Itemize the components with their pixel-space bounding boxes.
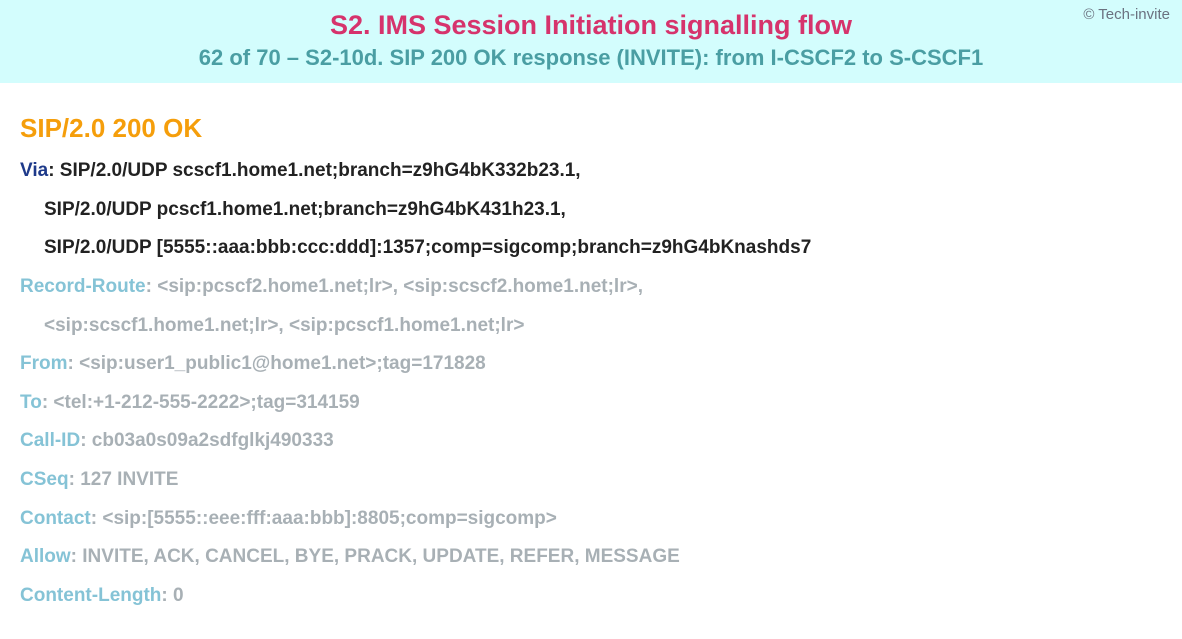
to-header-name: To: [20, 392, 42, 413]
page-subtitle: 62 of 70 – S2-10d. SIP 200 OK response (…: [10, 45, 1172, 71]
call-id-sep: :: [80, 430, 92, 451]
via-value-2: SIP/2.0/UDP [5555::aaa:bbb:ccc:ddd]:1357…: [44, 237, 811, 258]
via-header-row: SIP/2.0/UDP [5555::aaa:bbb:ccc:ddd]:1357…: [20, 235, 1162, 261]
contact-header-name: Contact: [20, 508, 91, 529]
record-route-header-row: <sip:scscf1.home1.net;lr>, <sip:pcscf1.h…: [20, 313, 1162, 339]
page-title: S2. IMS Session Initiation signalling fl…: [10, 10, 1172, 41]
allow-header-row: Allow: INVITE, ACK, CANCEL, BYE, PRACK, …: [20, 544, 1162, 570]
call-id-header-name: Call-ID: [20, 430, 80, 451]
allow-header-name: Allow: [20, 546, 71, 567]
from-header-name: From: [20, 353, 68, 374]
to-header-row: To: <tel:+1-212-555-2222>;tag=314159: [20, 390, 1162, 416]
via-sep: :: [48, 160, 60, 181]
cseq-value: 127 INVITE: [80, 469, 178, 490]
contact-header-row: Contact: <sip:[5555::eee:fff:aaa:bbb]:88…: [20, 506, 1162, 532]
message-body: SIP/2.0 200 OK Via: SIP/2.0/UDP scscf1.h…: [0, 83, 1182, 632]
allow-sep: :: [71, 546, 83, 567]
call-id-value: cb03a0s09a2sdfglkj490333: [92, 430, 334, 451]
via-value-1: SIP/2.0/UDP pcscf1.home1.net;branch=z9hG…: [44, 199, 566, 220]
from-header-row: From: <sip:user1_public1@home1.net>;tag=…: [20, 351, 1162, 377]
content-length-header-row: Content-Length: 0: [20, 583, 1162, 609]
via-header-name: Via: [20, 160, 48, 181]
record-route-header-row: Record-Route: <sip:pcscf2.home1.net;lr>,…: [20, 274, 1162, 300]
content-length-sep: :: [161, 585, 173, 606]
to-sep: :: [42, 392, 54, 413]
record-route-sep: :: [146, 276, 158, 297]
record-route-header-name: Record-Route: [20, 276, 146, 297]
cseq-header-name: CSeq: [20, 469, 69, 490]
allow-value: INVITE, ACK, CANCEL, BYE, PRACK, UPDATE,…: [82, 546, 680, 567]
content-length-header-name: Content-Length: [20, 585, 161, 606]
copyright-label: © Tech-invite: [1083, 6, 1170, 23]
cseq-sep: :: [69, 469, 81, 490]
from-sep: :: [68, 353, 80, 374]
from-value: <sip:user1_public1@home1.net>;tag=171828: [79, 353, 486, 374]
contact-value: <sip:[5555::eee:fff:aaa:bbb]:8805;comp=s…: [102, 508, 557, 529]
call-id-header-row: Call-ID: cb03a0s09a2sdfglkj490333: [20, 428, 1162, 454]
page-header: © Tech-invite S2. IMS Session Initiation…: [0, 0, 1182, 83]
via-header-row: SIP/2.0/UDP pcscf1.home1.net;branch=z9hG…: [20, 197, 1162, 223]
contact-sep: :: [91, 508, 103, 529]
record-route-value-1: <sip:scscf1.home1.net;lr>, <sip:pcscf1.h…: [44, 315, 524, 336]
via-value-0: SIP/2.0/UDP scscf1.home1.net;branch=z9hG…: [60, 160, 581, 181]
via-header-row: Via: SIP/2.0/UDP scscf1.home1.net;branch…: [20, 158, 1162, 184]
content-length-value: 0: [173, 585, 184, 606]
cseq-header-row: CSeq: 127 INVITE: [20, 467, 1162, 493]
sip-response-line: SIP/2.0 200 OK: [20, 113, 1162, 144]
to-value: <tel:+1-212-555-2222>;tag=314159: [53, 392, 359, 413]
record-route-value-0: <sip:pcscf2.home1.net;lr>, <sip:scscf2.h…: [157, 276, 643, 297]
